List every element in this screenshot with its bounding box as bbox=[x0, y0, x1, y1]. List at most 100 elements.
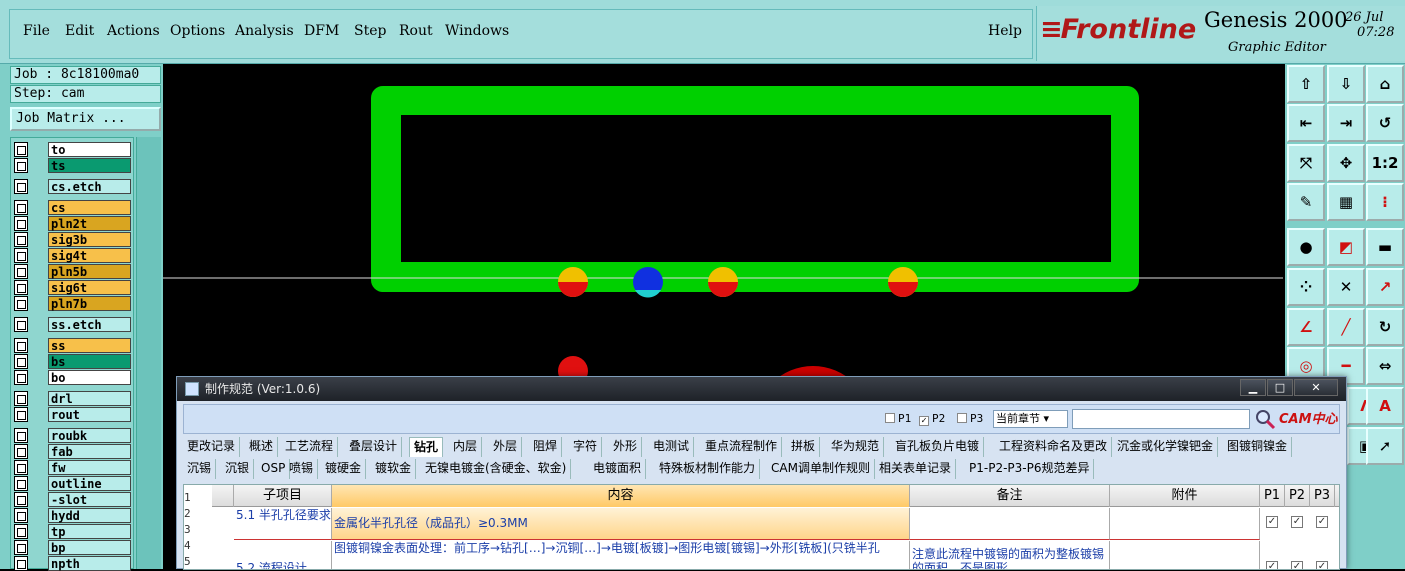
layer-checkbox[interactable] bbox=[14, 158, 28, 173]
search-icon[interactable] bbox=[1254, 408, 1276, 430]
table-row-attachment[interactable] bbox=[1110, 508, 1260, 540]
layer-checkbox[interactable] bbox=[14, 391, 28, 406]
zoom-center-icon[interactable]: ✥ bbox=[1327, 144, 1365, 182]
tab-row2-8[interactable]: 特殊板材制作能力 bbox=[655, 459, 761, 479]
layer-name[interactable]: fw bbox=[48, 460, 131, 475]
menu-dfm[interactable]: DFM bbox=[304, 23, 339, 39]
home-icon[interactable]: ⌂ bbox=[1366, 65, 1404, 103]
layer-name[interactable]: rout bbox=[48, 407, 131, 422]
layer-row[interactable]: bo bbox=[12, 370, 132, 385]
grid-icon[interactable]: ▦ bbox=[1327, 183, 1365, 221]
layer-row[interactable]: ts bbox=[12, 158, 132, 173]
layer-name[interactable]: roubk bbox=[48, 428, 131, 443]
layer-name[interactable]: pln5b bbox=[48, 264, 131, 279]
filter-p1[interactable]: P1 bbox=[885, 412, 911, 425]
delete-icon[interactable]: ✕ bbox=[1327, 268, 1365, 306]
measure-icon[interactable]: ● bbox=[1287, 228, 1325, 266]
layer-checkbox[interactable] bbox=[14, 476, 28, 491]
tab-row2-9[interactable]: CAM调单制作规则 bbox=[767, 459, 875, 479]
layer-name[interactable]: bs bbox=[48, 354, 131, 369]
layer-name[interactable]: outline bbox=[48, 476, 131, 491]
undo-zoom-icon[interactable]: ↺ bbox=[1366, 104, 1404, 142]
palette-icon[interactable]: ✎ bbox=[1287, 183, 1325, 221]
layer-name[interactable]: hydd bbox=[48, 508, 131, 523]
layer-checkbox[interactable] bbox=[14, 142, 28, 157]
table-row-attachment[interactable] bbox=[1110, 541, 1260, 569]
header-attachment[interactable]: 附件 bbox=[1110, 485, 1260, 507]
layer-name[interactable]: pln2t bbox=[48, 216, 131, 231]
layer-checkbox[interactable] bbox=[14, 428, 28, 443]
tab-row2-7[interactable]: 电镀面积 bbox=[589, 459, 647, 479]
layer-name[interactable]: cs.etch bbox=[48, 179, 131, 194]
layer-row[interactable]: outline bbox=[12, 476, 132, 491]
tab-row2-1[interactable]: 沉银 bbox=[221, 459, 255, 479]
close-button[interactable]: ✕ bbox=[1294, 379, 1338, 396]
connect-icon[interactable]: ⁘ bbox=[1287, 268, 1325, 306]
layer-name[interactable]: tp bbox=[48, 524, 131, 539]
tab-row1-13[interactable]: 华为规范 bbox=[827, 437, 885, 457]
layer-name[interactable]: drl bbox=[48, 391, 131, 406]
header-content[interactable]: 内容 bbox=[332, 485, 910, 507]
select-box-icon[interactable]: ◩ bbox=[1327, 228, 1365, 266]
layer-list-scrollbar[interactable] bbox=[136, 137, 161, 569]
tab-row1-15[interactable]: 工程资料命名及更改 bbox=[995, 437, 1113, 457]
table-row-content[interactable]: 金属化半孔孔径（成品孔）≥0.3MM bbox=[332, 508, 910, 540]
redo-icon[interactable]: ↻ bbox=[1366, 308, 1404, 346]
layer-row[interactable]: ss bbox=[12, 338, 132, 353]
layer-name[interactable]: sig3b bbox=[48, 232, 131, 247]
layer-row[interactable]: pln7b bbox=[12, 296, 132, 311]
layer-row[interactable]: to bbox=[12, 142, 132, 157]
tab-row1-9[interactable]: 外形 bbox=[609, 437, 643, 457]
header-note[interactable]: 备注 bbox=[910, 485, 1110, 507]
layer-row[interactable]: cs.etch bbox=[12, 179, 132, 194]
layer-row[interactable]: sig3b bbox=[12, 232, 132, 247]
layer-name[interactable]: sig4t bbox=[48, 248, 131, 263]
layer-name[interactable]: ts bbox=[48, 158, 131, 173]
menu-help[interactable]: Help bbox=[988, 23, 1022, 39]
layer-row[interactable]: fw bbox=[12, 460, 132, 475]
table-row-note[interactable] bbox=[910, 508, 1110, 540]
layer-name[interactable]: -slot bbox=[48, 492, 131, 507]
layer-checkbox[interactable] bbox=[14, 248, 28, 263]
tab-row2-6[interactable]: 无镍电镀金(含硬金、软金) bbox=[421, 459, 572, 479]
tab-row1-8[interactable]: 字符 bbox=[569, 437, 603, 457]
table-row-subitem[interactable]: 5.2 流程设计 bbox=[234, 541, 332, 569]
table-row-subitem[interactable]: 5.1 半孔孔径要求 bbox=[234, 508, 332, 540]
tab-row1-4[interactable]: 钻孔 bbox=[409, 437, 444, 457]
layer-row[interactable]: tp bbox=[12, 524, 132, 539]
layer-name[interactable]: to bbox=[48, 142, 131, 157]
menu-windows[interactable]: Windows bbox=[445, 23, 509, 39]
layer-row[interactable]: cs bbox=[12, 200, 132, 215]
layer-row[interactable]: bp bbox=[12, 540, 132, 555]
search-input[interactable] bbox=[1072, 409, 1250, 429]
filter-p2[interactable]: ✓ P2 bbox=[919, 412, 945, 426]
layer-checkbox[interactable] bbox=[14, 200, 28, 215]
layer-checkbox[interactable] bbox=[14, 232, 28, 247]
tab-row1-10[interactable]: 电测试 bbox=[649, 437, 695, 457]
tab-row1-0[interactable]: 更改记录 bbox=[183, 437, 241, 457]
triangle-alt-icon[interactable]: A bbox=[1366, 387, 1404, 425]
layer-row[interactable]: drl bbox=[12, 391, 132, 406]
header-subitem[interactable]: 子项目 bbox=[234, 485, 332, 507]
tab-row2-3[interactable]: 喷锡 bbox=[285, 459, 319, 479]
layer-checkbox[interactable] bbox=[14, 338, 28, 353]
layer-checkbox[interactable] bbox=[14, 296, 28, 311]
layer-row[interactable]: sig4t bbox=[12, 248, 132, 263]
tab-row1-1[interactable]: 概述 bbox=[245, 437, 279, 457]
filter-p3[interactable]: P3 bbox=[957, 412, 983, 425]
layer-checkbox[interactable] bbox=[14, 508, 28, 523]
layer-name[interactable]: ss.etch bbox=[48, 317, 131, 332]
layer-row[interactable]: pln5b bbox=[12, 264, 132, 279]
layer-name[interactable]: sig6t bbox=[48, 280, 131, 295]
home-down-icon[interactable]: ⇩ bbox=[1327, 65, 1365, 103]
menu-step[interactable]: Step bbox=[354, 23, 386, 39]
layer-name[interactable]: ss bbox=[48, 338, 131, 353]
layer-checkbox[interactable] bbox=[14, 317, 28, 332]
tab-row1-16[interactable]: 沉金或化学镍钯金 bbox=[1113, 437, 1219, 457]
snap-icon[interactable]: ⁝ bbox=[1366, 183, 1404, 221]
tab-row1-11[interactable]: 重点流程制作 bbox=[701, 437, 783, 457]
menu-file[interactable]: File bbox=[23, 23, 50, 39]
layer-checkbox[interactable] bbox=[14, 179, 28, 194]
menu-analysis[interactable]: Analysis bbox=[235, 23, 294, 39]
layer-name[interactable]: bo bbox=[48, 370, 131, 385]
